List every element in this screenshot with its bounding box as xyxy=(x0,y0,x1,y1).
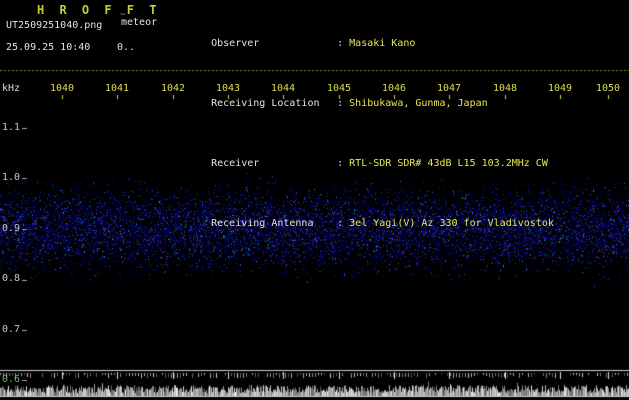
info-row-antenna: Receiving Antenna:3el Yagi(V) Az 330 for… xyxy=(175,206,554,242)
info-label: Receiver xyxy=(211,158,337,170)
time-tick-label: 1049 xyxy=(540,83,580,94)
time-tick-label: 1050 xyxy=(588,83,628,94)
app-title: H R O F F T xyxy=(37,3,160,17)
hrofft-window: H R O F F T UT2509251040.png ~ meteor 25… xyxy=(0,0,629,400)
freq-tick-label: 0.7 xyxy=(2,324,24,335)
station-name: meteor xyxy=(121,17,157,28)
info-value: Masaki Kano xyxy=(349,38,415,49)
timestamp: 25.09.25 10:40 xyxy=(6,42,90,53)
info-value: RTL-SDR SDR# 43dB L15 103.2MHz CW xyxy=(349,158,548,169)
output-filename: UT2509251040.png xyxy=(6,20,102,31)
freq-tick-label: 0.8 xyxy=(2,273,24,284)
time-tick-label: 1045 xyxy=(319,83,359,94)
receiver-info-panel: Observer: Masaki Kano Receiving Location:… xyxy=(175,2,554,266)
info-separator: : xyxy=(337,218,343,230)
y-axis-unit: kHz xyxy=(2,83,20,94)
time-tick-label: 1044 xyxy=(263,83,303,94)
time-tick-label: 1046 xyxy=(374,83,414,94)
info-label: Observer xyxy=(211,38,337,50)
info-label: Receiving Location xyxy=(211,98,337,110)
time-tick-label: 1048 xyxy=(485,83,525,94)
time-tick-label: 1043 xyxy=(208,83,248,94)
info-row-receiver: Receiver: RTL-SDR SDR# 43dB L15 103.2MHz … xyxy=(175,146,554,182)
time-tick-label: 1041 xyxy=(97,83,137,94)
time-tick-label: 1042 xyxy=(153,83,193,94)
info-value: Shibukawa, Gunma, Japan xyxy=(349,98,487,109)
info-label: Receiving Antenna xyxy=(211,218,337,230)
info-value: 3el Yagi(V) Az 330 for Vladivostok xyxy=(349,218,554,229)
time-tick-label: 1040 xyxy=(42,83,82,94)
echo-counter: 0.. xyxy=(117,42,135,53)
info-separator: : xyxy=(337,98,343,110)
freq-tick-label: 0.9 xyxy=(2,223,24,234)
freq-tick-label: 1.0 xyxy=(2,172,24,183)
time-tick-label: 1047 xyxy=(429,83,469,94)
info-separator: : xyxy=(337,158,343,170)
info-row-observer: Observer: Masaki Kano xyxy=(175,26,554,62)
freq-tick-label: 1.1 xyxy=(2,122,24,133)
info-separator: : xyxy=(337,38,343,50)
freq-tick-label: 0.6 xyxy=(2,374,24,385)
